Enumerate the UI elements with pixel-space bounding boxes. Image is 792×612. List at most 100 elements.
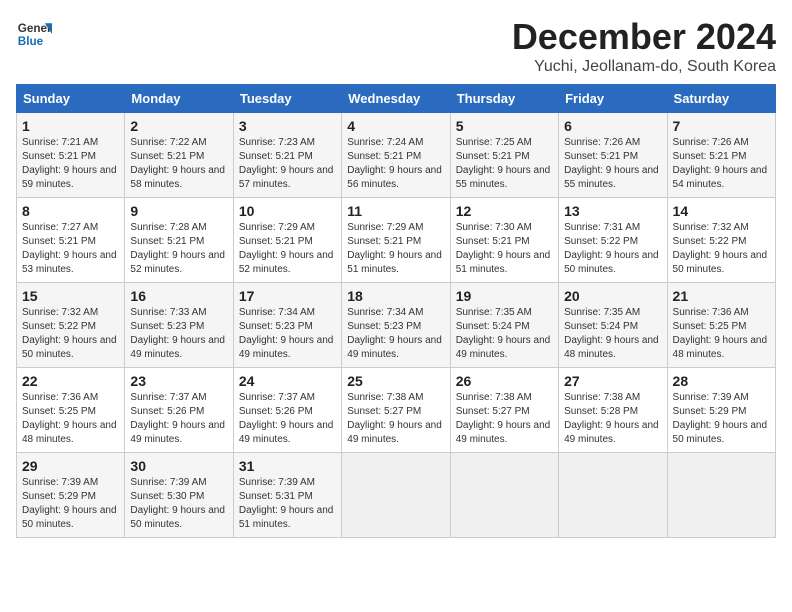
day-number: 28 <box>673 373 770 389</box>
column-header-saturday: Saturday <box>667 85 775 113</box>
column-header-thursday: Thursday <box>450 85 558 113</box>
calendar-cell: 23 Sunrise: 7:37 AMSunset: 5:26 PMDaylig… <box>125 368 233 453</box>
day-number: 1 <box>22 118 119 134</box>
logo: General Blue <box>16 16 52 52</box>
day-number: 23 <box>130 373 227 389</box>
day-number: 20 <box>564 288 661 304</box>
day-number: 30 <box>130 458 227 474</box>
day-info: Sunrise: 7:26 AMSunset: 5:21 PMDaylight:… <box>673 137 768 190</box>
calendar-cell: 11 Sunrise: 7:29 AMSunset: 5:21 PMDaylig… <box>342 198 450 283</box>
calendar-cell: 25 Sunrise: 7:38 AMSunset: 5:27 PMDaylig… <box>342 368 450 453</box>
day-number: 7 <box>673 118 770 134</box>
day-number: 2 <box>130 118 227 134</box>
day-number: 5 <box>456 118 553 134</box>
day-info: Sunrise: 7:32 AMSunset: 5:22 PMDaylight:… <box>673 222 768 275</box>
column-header-friday: Friday <box>559 85 667 113</box>
day-number: 8 <box>22 203 119 219</box>
calendar-week-row: 22 Sunrise: 7:36 AMSunset: 5:25 PMDaylig… <box>17 368 776 453</box>
calendar-subtitle: Yuchi, Jeollanam-do, South Korea <box>512 58 776 76</box>
calendar-cell: 5 Sunrise: 7:25 AMSunset: 5:21 PMDayligh… <box>450 113 558 198</box>
calendar-week-row: 8 Sunrise: 7:27 AMSunset: 5:21 PMDayligh… <box>17 198 776 283</box>
day-number: 13 <box>564 203 661 219</box>
day-info: Sunrise: 7:38 AMSunset: 5:27 PMDaylight:… <box>456 392 551 445</box>
day-number: 16 <box>130 288 227 304</box>
day-number: 3 <box>239 118 336 134</box>
calendar-title: December 2024 <box>512 16 776 58</box>
calendar-table: SundayMondayTuesdayWednesdayThursdayFrid… <box>16 84 776 538</box>
day-info: Sunrise: 7:39 AMSunset: 5:29 PMDaylight:… <box>22 477 117 530</box>
day-number: 31 <box>239 458 336 474</box>
calendar-header-row: SundayMondayTuesdayWednesdayThursdayFrid… <box>17 85 776 113</box>
day-info: Sunrise: 7:37 AMSunset: 5:26 PMDaylight:… <box>130 392 225 445</box>
calendar-cell: 15 Sunrise: 7:32 AMSunset: 5:22 PMDaylig… <box>17 283 125 368</box>
day-info: Sunrise: 7:34 AMSunset: 5:23 PMDaylight:… <box>239 307 334 360</box>
calendar-cell: 3 Sunrise: 7:23 AMSunset: 5:21 PMDayligh… <box>233 113 341 198</box>
calendar-cell: 27 Sunrise: 7:38 AMSunset: 5:28 PMDaylig… <box>559 368 667 453</box>
day-number: 4 <box>347 118 444 134</box>
calendar-cell: 26 Sunrise: 7:38 AMSunset: 5:27 PMDaylig… <box>450 368 558 453</box>
day-info: Sunrise: 7:38 AMSunset: 5:27 PMDaylight:… <box>347 392 442 445</box>
day-info: Sunrise: 7:30 AMSunset: 5:21 PMDaylight:… <box>456 222 551 275</box>
day-number: 29 <box>22 458 119 474</box>
calendar-cell: 29 Sunrise: 7:39 AMSunset: 5:29 PMDaylig… <box>17 453 125 538</box>
calendar-cell <box>450 453 558 538</box>
calendar-cell: 17 Sunrise: 7:34 AMSunset: 5:23 PMDaylig… <box>233 283 341 368</box>
day-number: 14 <box>673 203 770 219</box>
calendar-cell: 14 Sunrise: 7:32 AMSunset: 5:22 PMDaylig… <box>667 198 775 283</box>
day-info: Sunrise: 7:29 AMSunset: 5:21 PMDaylight:… <box>347 222 442 275</box>
calendar-cell: 13 Sunrise: 7:31 AMSunset: 5:22 PMDaylig… <box>559 198 667 283</box>
svg-text:Blue: Blue <box>18 35 44 48</box>
calendar-cell: 9 Sunrise: 7:28 AMSunset: 5:21 PMDayligh… <box>125 198 233 283</box>
day-info: Sunrise: 7:34 AMSunset: 5:23 PMDaylight:… <box>347 307 442 360</box>
day-number: 9 <box>130 203 227 219</box>
day-number: 24 <box>239 373 336 389</box>
day-number: 21 <box>673 288 770 304</box>
day-info: Sunrise: 7:36 AMSunset: 5:25 PMDaylight:… <box>22 392 117 445</box>
day-number: 17 <box>239 288 336 304</box>
day-number: 22 <box>22 373 119 389</box>
day-info: Sunrise: 7:35 AMSunset: 5:24 PMDaylight:… <box>456 307 551 360</box>
column-header-tuesday: Tuesday <box>233 85 341 113</box>
day-info: Sunrise: 7:22 AMSunset: 5:21 PMDaylight:… <box>130 137 225 190</box>
day-info: Sunrise: 7:28 AMSunset: 5:21 PMDaylight:… <box>130 222 225 275</box>
day-info: Sunrise: 7:33 AMSunset: 5:23 PMDaylight:… <box>130 307 225 360</box>
day-number: 6 <box>564 118 661 134</box>
day-number: 10 <box>239 203 336 219</box>
calendar-cell: 21 Sunrise: 7:36 AMSunset: 5:25 PMDaylig… <box>667 283 775 368</box>
column-header-sunday: Sunday <box>17 85 125 113</box>
header: General Blue December 2024 Yuchi, Jeolla… <box>16 16 776 76</box>
column-header-monday: Monday <box>125 85 233 113</box>
calendar-cell <box>342 453 450 538</box>
day-info: Sunrise: 7:32 AMSunset: 5:22 PMDaylight:… <box>22 307 117 360</box>
day-info: Sunrise: 7:21 AMSunset: 5:21 PMDaylight:… <box>22 137 117 190</box>
day-info: Sunrise: 7:24 AMSunset: 5:21 PMDaylight:… <box>347 137 442 190</box>
calendar-cell: 28 Sunrise: 7:39 AMSunset: 5:29 PMDaylig… <box>667 368 775 453</box>
calendar-week-row: 15 Sunrise: 7:32 AMSunset: 5:22 PMDaylig… <box>17 283 776 368</box>
title-section: December 2024 Yuchi, Jeollanam-do, South… <box>512 16 776 76</box>
day-info: Sunrise: 7:39 AMSunset: 5:29 PMDaylight:… <box>673 392 768 445</box>
day-number: 25 <box>347 373 444 389</box>
day-number: 26 <box>456 373 553 389</box>
day-info: Sunrise: 7:35 AMSunset: 5:24 PMDaylight:… <box>564 307 659 360</box>
calendar-cell: 31 Sunrise: 7:39 AMSunset: 5:31 PMDaylig… <box>233 453 341 538</box>
calendar-cell: 19 Sunrise: 7:35 AMSunset: 5:24 PMDaylig… <box>450 283 558 368</box>
day-info: Sunrise: 7:23 AMSunset: 5:21 PMDaylight:… <box>239 137 334 190</box>
calendar-cell: 18 Sunrise: 7:34 AMSunset: 5:23 PMDaylig… <box>342 283 450 368</box>
calendar-cell: 1 Sunrise: 7:21 AMSunset: 5:21 PMDayligh… <box>17 113 125 198</box>
day-info: Sunrise: 7:36 AMSunset: 5:25 PMDaylight:… <box>673 307 768 360</box>
calendar-cell: 6 Sunrise: 7:26 AMSunset: 5:21 PMDayligh… <box>559 113 667 198</box>
day-number: 18 <box>347 288 444 304</box>
day-info: Sunrise: 7:38 AMSunset: 5:28 PMDaylight:… <box>564 392 659 445</box>
calendar-cell <box>667 453 775 538</box>
calendar-week-row: 1 Sunrise: 7:21 AMSunset: 5:21 PMDayligh… <box>17 113 776 198</box>
calendar-cell: 30 Sunrise: 7:39 AMSunset: 5:30 PMDaylig… <box>125 453 233 538</box>
calendar-cell: 10 Sunrise: 7:29 AMSunset: 5:21 PMDaylig… <box>233 198 341 283</box>
day-info: Sunrise: 7:29 AMSunset: 5:21 PMDaylight:… <box>239 222 334 275</box>
day-number: 15 <box>22 288 119 304</box>
day-info: Sunrise: 7:37 AMSunset: 5:26 PMDaylight:… <box>239 392 334 445</box>
calendar-cell: 8 Sunrise: 7:27 AMSunset: 5:21 PMDayligh… <box>17 198 125 283</box>
day-info: Sunrise: 7:25 AMSunset: 5:21 PMDaylight:… <box>456 137 551 190</box>
column-header-wednesday: Wednesday <box>342 85 450 113</box>
calendar-week-row: 29 Sunrise: 7:39 AMSunset: 5:29 PMDaylig… <box>17 453 776 538</box>
calendar-cell: 20 Sunrise: 7:35 AMSunset: 5:24 PMDaylig… <box>559 283 667 368</box>
